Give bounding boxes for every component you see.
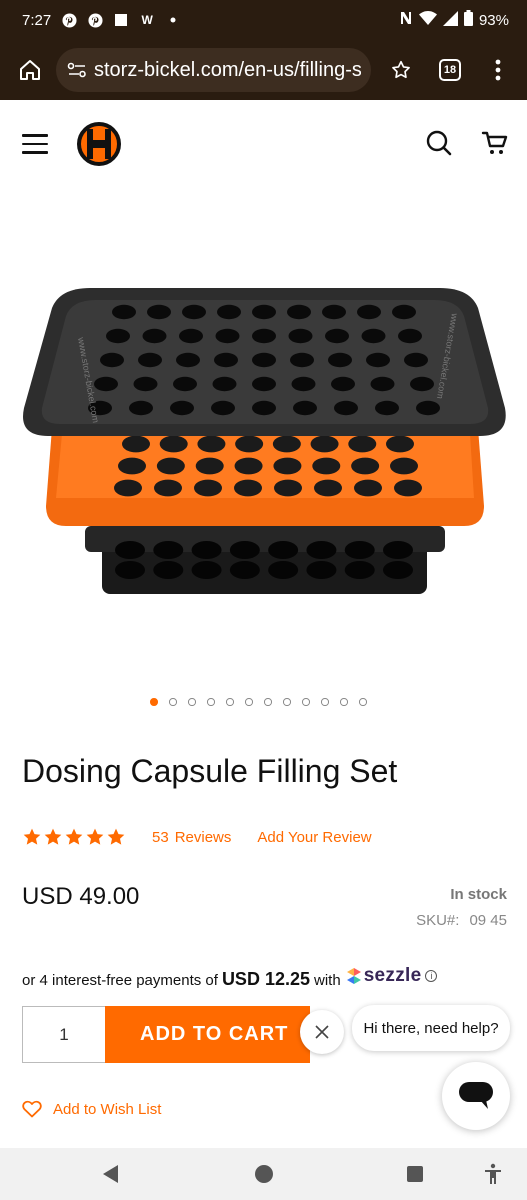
add-to-wishlist-link[interactable]: Add to Wish List — [22, 1100, 161, 1118]
dot-icon — [165, 12, 181, 28]
star-icon — [107, 828, 125, 845]
wifi-icon — [418, 10, 437, 30]
chat-launcher-button[interactable] — [442, 1062, 510, 1130]
pinterest-icon — [61, 12, 77, 28]
sezzle-logo[interactable]: sezzle i — [346, 965, 438, 987]
sku-label: SKU#: — [416, 912, 460, 929]
carousel-dot[interactable] — [283, 698, 291, 706]
sezzle-prefix: or 4 interest-free payments of — [22, 972, 218, 989]
bookmark-button[interactable] — [383, 52, 419, 88]
square-icon — [113, 12, 129, 28]
carousel-dot[interactable] — [150, 698, 158, 706]
rating-stars — [22, 827, 126, 847]
carousel-dot[interactable] — [245, 698, 253, 706]
carousel-dot[interactable] — [264, 698, 272, 706]
quantity-input[interactable] — [22, 1006, 105, 1063]
chat-greeting-bubble[interactable]: Hi there, need help? — [352, 1005, 510, 1051]
star-outline-icon — [392, 60, 410, 79]
status-right: 93% — [399, 10, 509, 30]
carousel-dot[interactable] — [169, 698, 177, 706]
w-icon: W — [141, 13, 153, 27]
stock-status: In stock — [450, 886, 507, 903]
carousel-dot[interactable] — [302, 698, 310, 706]
capsule-filling-tray-image: www.storz-bickel.com www.storz-bickel.co… — [23, 288, 506, 594]
back-icon[interactable] — [100, 1163, 122, 1185]
carousel-dot[interactable] — [226, 698, 234, 706]
reviews-label: Reviews — [174, 828, 232, 846]
storz-bickel-logo[interactable] — [76, 121, 122, 167]
carousel-dot[interactable] — [207, 698, 215, 706]
search-icon[interactable] — [425, 129, 453, 157]
star-icon — [23, 828, 41, 845]
sezzle-with: with — [314, 972, 341, 989]
carousel-dot[interactable] — [321, 698, 329, 706]
system-nav-bar — [0, 1148, 527, 1200]
kebab-menu-icon — [495, 59, 501, 81]
sezzle-wordmark: sezzle — [363, 965, 422, 986]
carousel-dots — [150, 698, 367, 706]
status-time: 7:27 — [22, 11, 52, 29]
nfc-icon — [399, 10, 413, 30]
chat-close-button[interactable] — [300, 1010, 344, 1054]
info-icon[interactable]: i — [425, 970, 438, 982]
battery-icon — [463, 10, 473, 30]
sku: SKU#: 09 45 — [416, 912, 507, 929]
url-text: storz-bickel.com/en-us/filling-s — [94, 58, 361, 81]
star-icon — [86, 828, 104, 845]
chat-icon — [459, 1082, 493, 1109]
carousel-dot[interactable] — [188, 698, 196, 706]
wishlist-label: Add to Wish List — [53, 1100, 162, 1118]
address-bar[interactable]: storz-bickel.com/en-us/filling-s — [56, 48, 371, 92]
site-header — [0, 100, 527, 188]
heart-icon — [22, 1100, 42, 1118]
star-icon — [44, 828, 62, 845]
tab-switcher-button[interactable]: 18 — [439, 59, 461, 81]
recent-apps-icon[interactable] — [405, 1164, 425, 1184]
product-image[interactable]: www.storz-bickel.com www.storz-bickel.co… — [0, 188, 527, 678]
sku-value: 09 45 — [469, 912, 507, 929]
carousel-dot[interactable] — [359, 698, 367, 706]
cart-icon[interactable] — [481, 129, 509, 157]
product-rating: 53 Reviews Add Your Review — [22, 827, 372, 847]
browser-toolbar: storz-bickel.com/en-us/filling-s 18 — [0, 40, 527, 100]
hamburger-menu-icon[interactable] — [22, 134, 48, 154]
home-circle-icon[interactable] — [253, 1163, 275, 1185]
home-icon — [20, 60, 40, 80]
product-price: USD 49.00 — [22, 883, 140, 910]
reviews-count: 53 — [152, 828, 169, 846]
signal-icon — [442, 10, 458, 30]
pinterest-icon — [87, 12, 103, 28]
browser-home-button[interactable] — [14, 54, 46, 86]
status-bar: 7:27 W 93% — [0, 0, 527, 40]
browser-menu-button[interactable] — [483, 52, 513, 88]
accessibility-icon[interactable] — [481, 1162, 505, 1186]
product-title: Dosing Capsule Filling Set — [22, 753, 398, 789]
status-left: 7:27 W — [22, 12, 181, 29]
add-review-link[interactable]: Add Your Review — [257, 829, 371, 846]
add-to-cart-button[interactable]: ADD TO CART — [105, 1006, 310, 1063]
star-icon — [65, 828, 83, 845]
reviews-link[interactable]: 53 Reviews — [152, 829, 231, 846]
sezzle-installments: or 4 interest-free payments of USD 12.25… — [22, 965, 438, 990]
sezzle-amount: USD 12.25 — [221, 969, 310, 989]
site-settings-icon[interactable] — [66, 59, 88, 81]
close-icon — [315, 1025, 329, 1039]
battery-percent: 93% — [478, 11, 509, 29]
sezzle-s-icon — [346, 968, 361, 984]
carousel-dot[interactable] — [340, 698, 348, 706]
